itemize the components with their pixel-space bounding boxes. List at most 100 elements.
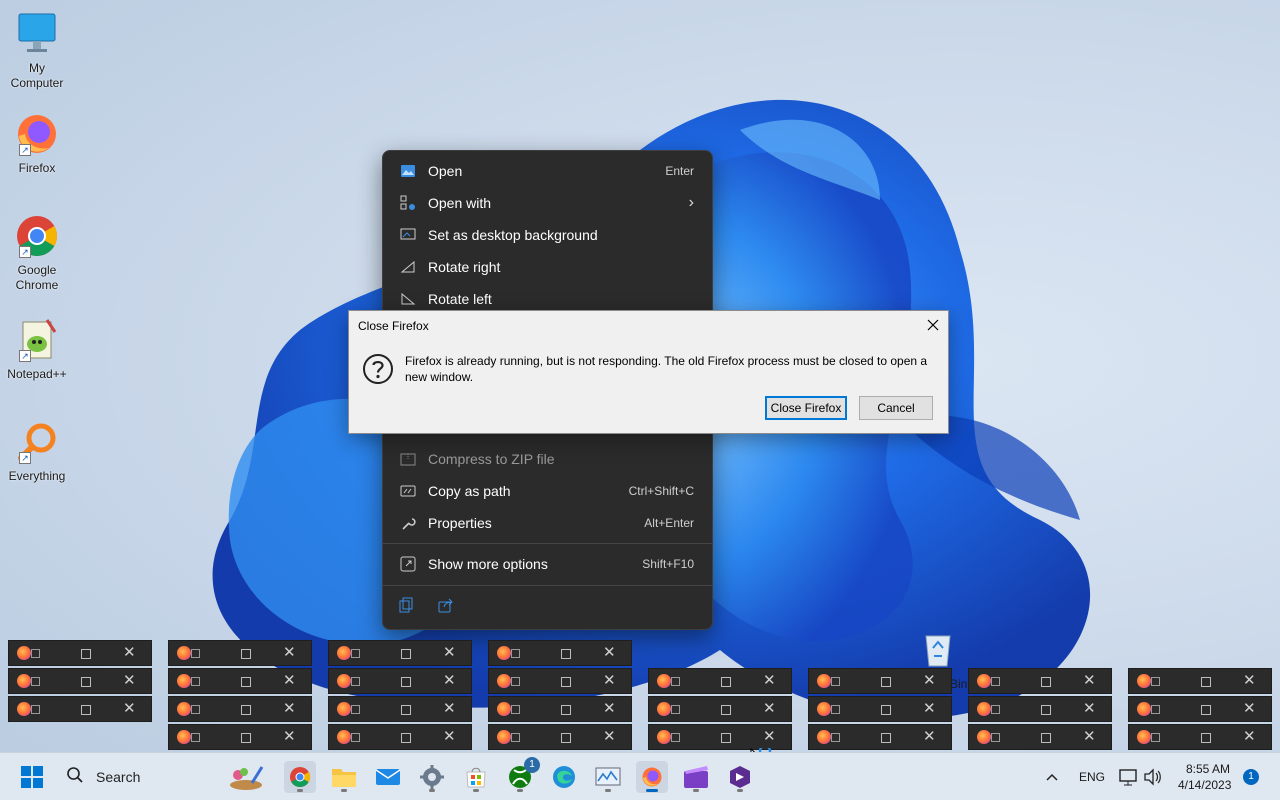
maximize-icon[interactable] bbox=[1201, 733, 1211, 743]
restore-icon[interactable] bbox=[511, 705, 520, 714]
restore-icon[interactable] bbox=[511, 677, 520, 686]
desktop-icon-everything[interactable]: ↗ Everything bbox=[4, 418, 70, 484]
restore-icon[interactable] bbox=[351, 705, 360, 714]
maximize-icon[interactable] bbox=[241, 649, 251, 659]
chevron-up-icon[interactable] bbox=[1044, 769, 1060, 785]
maximize-icon[interactable] bbox=[241, 677, 251, 687]
taskbar-firefox[interactable] bbox=[636, 761, 668, 793]
minimized-firefox-window[interactable]: ✕ bbox=[808, 724, 952, 750]
language-indicator[interactable]: ENG bbox=[1079, 770, 1105, 784]
close-icon[interactable]: ✕ bbox=[443, 644, 456, 662]
desktop-icon-notepadpp[interactable]: ↗ Notepad++ bbox=[4, 316, 70, 382]
minimized-firefox-window[interactable]: ✕ bbox=[488, 696, 632, 722]
restore-icon[interactable] bbox=[831, 677, 840, 686]
restore-icon[interactable] bbox=[31, 705, 40, 714]
restore-icon[interactable] bbox=[511, 733, 520, 742]
taskbar-settings[interactable] bbox=[416, 761, 448, 793]
restore-icon[interactable] bbox=[191, 705, 200, 714]
restore-icon[interactable] bbox=[351, 677, 360, 686]
taskbar-file-explorer[interactable] bbox=[328, 761, 360, 793]
close-icon[interactable]: ✕ bbox=[923, 728, 936, 746]
maximize-icon[interactable] bbox=[1041, 705, 1051, 715]
maximize-icon[interactable] bbox=[881, 705, 891, 715]
close-icon[interactable]: ✕ bbox=[1083, 672, 1096, 690]
restore-icon[interactable] bbox=[1151, 733, 1160, 742]
restore-icon[interactable] bbox=[31, 649, 40, 658]
restore-icon[interactable] bbox=[671, 705, 680, 714]
maximize-icon[interactable] bbox=[881, 677, 891, 687]
menu-item-properties[interactable]: Properties Alt+Enter bbox=[387, 508, 708, 538]
close-icon[interactable]: ✕ bbox=[923, 700, 936, 718]
restore-icon[interactable] bbox=[31, 677, 40, 686]
minimized-firefox-window[interactable]: ✕ bbox=[808, 696, 952, 722]
taskbar-chrome[interactable] bbox=[284, 761, 316, 793]
close-icon[interactable]: ✕ bbox=[923, 672, 936, 690]
restore-icon[interactable] bbox=[1151, 705, 1160, 714]
minimized-firefox-window[interactable]: ✕ bbox=[328, 724, 472, 750]
clock-time[interactable]: 8:55 AM bbox=[1186, 762, 1230, 776]
restore-icon[interactable] bbox=[671, 677, 680, 686]
close-icon[interactable]: ✕ bbox=[283, 644, 296, 662]
maximize-icon[interactable] bbox=[81, 705, 91, 715]
maximize-icon[interactable] bbox=[721, 733, 731, 743]
close-icon[interactable]: ✕ bbox=[443, 672, 456, 690]
close-icon[interactable]: ✕ bbox=[123, 700, 136, 718]
maximize-icon[interactable] bbox=[721, 677, 731, 687]
close-icon[interactable]: ✕ bbox=[763, 700, 776, 718]
minimized-firefox-window[interactable]: ✕ bbox=[328, 668, 472, 694]
taskbar-visual-studio[interactable] bbox=[724, 761, 756, 793]
maximize-icon[interactable] bbox=[1201, 705, 1211, 715]
maximize-icon[interactable] bbox=[561, 677, 571, 687]
maximize-icon[interactable] bbox=[721, 705, 731, 715]
restore-icon[interactable] bbox=[991, 733, 1000, 742]
copilot-brush-icon[interactable] bbox=[220, 761, 272, 793]
close-icon[interactable]: ✕ bbox=[603, 672, 616, 690]
recycle-bin-icon[interactable] bbox=[918, 628, 958, 668]
maximize-icon[interactable] bbox=[561, 733, 571, 743]
notification-count-badge[interactable]: 1 bbox=[1243, 769, 1259, 785]
maximize-icon[interactable] bbox=[401, 733, 411, 743]
taskbar-resource-monitor[interactable] bbox=[592, 761, 624, 793]
close-icon[interactable]: ✕ bbox=[603, 700, 616, 718]
close-icon[interactable]: ✕ bbox=[603, 644, 616, 662]
restore-icon[interactable] bbox=[831, 705, 840, 714]
taskbar-store[interactable] bbox=[460, 761, 492, 793]
restore-icon[interactable] bbox=[671, 733, 680, 742]
minimized-firefox-window[interactable]: ✕ bbox=[968, 724, 1112, 750]
minimized-firefox-window[interactable]: ✕ bbox=[8, 668, 152, 694]
minimized-firefox-window[interactable]: ✕ bbox=[488, 668, 632, 694]
start-button[interactable] bbox=[16, 761, 48, 793]
minimized-firefox-window[interactable]: ✕ bbox=[1128, 724, 1272, 750]
minimized-firefox-window[interactable]: ✕ bbox=[488, 724, 632, 750]
menu-item-compress-zip[interactable]: Compress to ZIP file bbox=[387, 444, 708, 474]
menu-item-open-with[interactable]: Open with › bbox=[387, 188, 708, 218]
maximize-icon[interactable] bbox=[81, 677, 91, 687]
minimized-firefox-window[interactable]: ✕ bbox=[968, 696, 1112, 722]
restore-icon[interactable] bbox=[351, 649, 360, 658]
maximize-icon[interactable] bbox=[1041, 677, 1051, 687]
close-icon[interactable]: ✕ bbox=[123, 644, 136, 662]
taskbar-mail[interactable] bbox=[372, 761, 404, 793]
taskbar-xbox[interactable]: 1 bbox=[504, 757, 540, 793]
minimized-firefox-window[interactable]: ✕ bbox=[328, 696, 472, 722]
minimized-firefox-window[interactable]: ✕ bbox=[648, 696, 792, 722]
close-icon[interactable]: ✕ bbox=[1243, 672, 1256, 690]
minimized-firefox-window[interactable]: ✕ bbox=[1128, 696, 1272, 722]
maximize-icon[interactable] bbox=[1041, 733, 1051, 743]
close-icon[interactable]: ✕ bbox=[283, 700, 296, 718]
close-icon[interactable]: ✕ bbox=[1243, 728, 1256, 746]
minimized-firefox-window[interactable]: ✕ bbox=[168, 668, 312, 694]
cancel-button[interactable]: Cancel bbox=[859, 396, 933, 420]
minimized-firefox-window[interactable]: ✕ bbox=[8, 696, 152, 722]
close-icon[interactable]: ✕ bbox=[1083, 728, 1096, 746]
network-icon[interactable] bbox=[1118, 767, 1138, 787]
desktop-icon-firefox[interactable]: ↗ Firefox bbox=[4, 110, 70, 176]
restore-icon[interactable] bbox=[191, 677, 200, 686]
minimized-firefox-window[interactable]: ✕ bbox=[328, 640, 472, 666]
share-icon[interactable] bbox=[438, 597, 456, 615]
maximize-icon[interactable] bbox=[401, 649, 411, 659]
minimized-firefox-window[interactable]: ✕ bbox=[168, 724, 312, 750]
desktop-icon-google-chrome[interactable]: ↗ Google Chrome bbox=[4, 212, 70, 293]
maximize-icon[interactable] bbox=[881, 733, 891, 743]
close-firefox-button[interactable]: Close Firefox bbox=[765, 396, 847, 420]
